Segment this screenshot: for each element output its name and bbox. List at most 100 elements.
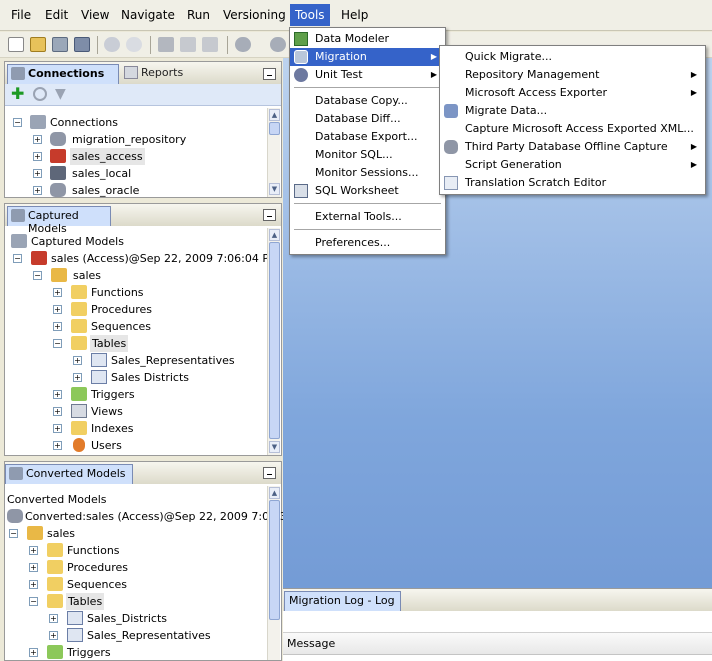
minimize-button[interactable] — [263, 467, 276, 479]
menu-item-label: Capture Microsoft Access Exported XML... — [465, 122, 694, 135]
collapse-icon[interactable]: − — [53, 339, 62, 348]
menu-navigate[interactable]: Navigate — [119, 8, 177, 22]
expand-icon[interactable]: + — [29, 580, 38, 589]
menu-item-external-tools[interactable]: External Tools... — [290, 208, 445, 226]
tree-label: sales — [47, 527, 76, 540]
menu-item-label: Third Party Database Offline Capture — [465, 140, 668, 153]
collapse-icon[interactable]: − — [13, 118, 22, 127]
expand-icon[interactable]: + — [49, 631, 58, 640]
menu-item-preferences[interactable]: Preferences... — [290, 234, 445, 252]
save-icon[interactable] — [52, 37, 68, 52]
expand-icon[interactable]: + — [29, 546, 38, 555]
toolbar-separator — [227, 36, 228, 54]
expand-icon[interactable]: + — [53, 305, 62, 314]
menu-item-monitor-sql[interactable]: Monitor SQL... — [290, 146, 445, 164]
expand-icon[interactable]: + — [33, 152, 42, 161]
menu-item-database-diff[interactable]: Database Diff... — [290, 110, 445, 128]
refresh-icon[interactable] — [33, 87, 47, 101]
expand-icon[interactable]: + — [73, 373, 82, 382]
forward-icon[interactable] — [270, 37, 286, 52]
expand-icon[interactable]: + — [29, 563, 38, 572]
menu-item-migration[interactable]: Migration ▶ — [290, 48, 445, 66]
menu-view[interactable]: View — [79, 8, 111, 22]
menu-item-database-export[interactable]: Database Export... — [290, 128, 445, 146]
tools-menu: Data Modeler Migration ▶ Unit Test ▶ Dat… — [289, 27, 446, 255]
menu-item-label: Database Diff... — [315, 112, 401, 125]
tab-reports[interactable]: Reports — [121, 64, 201, 84]
add-connection-icon[interactable]: ✚ — [11, 86, 24, 102]
menu-item-monitor-sessions[interactable]: Monitor Sessions... — [290, 164, 445, 182]
menu-item-capture-access-xml[interactable]: Capture Microsoft Access Exported XML... — [440, 120, 705, 138]
tree-label: Converted:sales (Access)@Sep 22, 2009 7:… — [25, 510, 294, 523]
log-column-header[interactable]: Message — [283, 633, 712, 655]
menu-edit[interactable]: Edit — [43, 8, 70, 22]
menu-item-label: Script Generation — [465, 158, 562, 171]
access-db-icon — [50, 149, 66, 163]
menu-item-quick-migrate[interactable]: Quick Migrate... — [440, 48, 705, 66]
expand-icon[interactable]: + — [53, 441, 62, 450]
expand-icon[interactable]: + — [29, 648, 38, 657]
expand-icon[interactable]: + — [53, 390, 62, 399]
scroll-thumb[interactable] — [269, 500, 280, 620]
menu-item-script-generation[interactable]: Script Generation ▶ — [440, 156, 705, 174]
captured-scrollbar[interactable]: ▲ ▼ — [267, 228, 280, 455]
expand-icon[interactable]: + — [53, 322, 62, 331]
menu-item-label: Monitor Sessions... — [315, 166, 419, 179]
tab-connections[interactable]: Connections — [7, 64, 119, 84]
menu-item-translation-scratch-editor[interactable]: Translation Scratch Editor — [440, 174, 705, 192]
expand-icon[interactable]: + — [33, 169, 42, 178]
expand-icon[interactable]: + — [33, 186, 42, 195]
expand-icon[interactable]: + — [53, 407, 62, 416]
menu-help[interactable]: Help — [339, 8, 370, 22]
copy-icon[interactable] — [180, 37, 196, 52]
menu-versioning[interactable]: Versioning — [221, 8, 288, 22]
expand-icon[interactable]: + — [49, 614, 58, 623]
converted-scrollbar[interactable]: ▲ — [267, 486, 280, 660]
filter-icon[interactable]: ▼ — [55, 87, 66, 101]
minimize-button[interactable] — [263, 209, 276, 221]
expand-icon[interactable]: + — [73, 356, 82, 365]
menu-item-sql-worksheet[interactable]: SQL Worksheet — [290, 182, 445, 200]
collapse-icon[interactable]: − — [29, 597, 38, 606]
collapse-icon[interactable]: − — [9, 529, 18, 538]
scroll-thumb[interactable] — [269, 242, 280, 439]
scroll-up-icon[interactable]: ▲ — [269, 487, 280, 499]
scroll-up-icon[interactable]: ▲ — [269, 109, 280, 121]
connections-scrollbar[interactable]: ▲ ▼ — [267, 108, 280, 197]
expand-icon[interactable]: + — [53, 424, 62, 433]
scroll-down-icon[interactable]: ▼ — [269, 441, 280, 453]
cut-icon[interactable] — [158, 37, 174, 52]
menu-item-third-party-capture[interactable]: Third Party Database Offline Capture ▶ — [440, 138, 705, 156]
tree-label: sales (Access)@Sep 22, 2009 7:06:04 PM — [51, 252, 279, 265]
tab-captured-models[interactable]: Captured Models — [7, 206, 111, 235]
save-all-icon[interactable] — [74, 37, 90, 52]
menu-file[interactable]: File — [9, 8, 33, 22]
open-icon[interactable] — [30, 37, 46, 52]
expand-icon[interactable]: + — [33, 135, 42, 144]
tab-migration-log[interactable]: Migration Log - Log — [284, 591, 401, 611]
menu-item-data-modeler[interactable]: Data Modeler — [290, 30, 445, 48]
paste-icon[interactable] — [202, 37, 218, 52]
minimize-button[interactable] — [263, 68, 276, 80]
expand-icon[interactable]: + — [53, 288, 62, 297]
back-icon[interactable] — [235, 37, 251, 52]
new-icon[interactable] — [8, 37, 24, 52]
tree-node-converted-root[interactable]: Converted Models — [7, 491, 107, 508]
menu-run[interactable]: Run — [185, 8, 212, 22]
undo-icon[interactable] — [104, 37, 120, 52]
scroll-down-icon[interactable]: ▼ — [269, 183, 280, 195]
menu-item-unit-test[interactable]: Unit Test ▶ — [290, 66, 445, 84]
collapse-icon[interactable]: − — [13, 254, 22, 263]
migration-log-panel: Migration Log - Log Message — [283, 588, 712, 661]
scroll-thumb[interactable] — [269, 122, 280, 135]
menu-item-database-copy[interactable]: Database Copy... — [290, 92, 445, 110]
menu-item-access-exporter[interactable]: Microsoft Access Exporter ▶ — [440, 84, 705, 102]
tab-converted-models[interactable]: Converted Models — [5, 464, 133, 484]
menu-item-repository-management[interactable]: Repository Management ▶ — [440, 66, 705, 84]
scroll-up-icon[interactable]: ▲ — [269, 229, 280, 241]
menu-tools[interactable]: Tools — [290, 4, 330, 26]
redo-icon[interactable] — [126, 37, 142, 52]
menu-item-migrate-data[interactable]: Migrate Data... — [440, 102, 705, 120]
tree-label: Procedures — [91, 303, 152, 316]
collapse-icon[interactable]: − — [33, 271, 42, 280]
